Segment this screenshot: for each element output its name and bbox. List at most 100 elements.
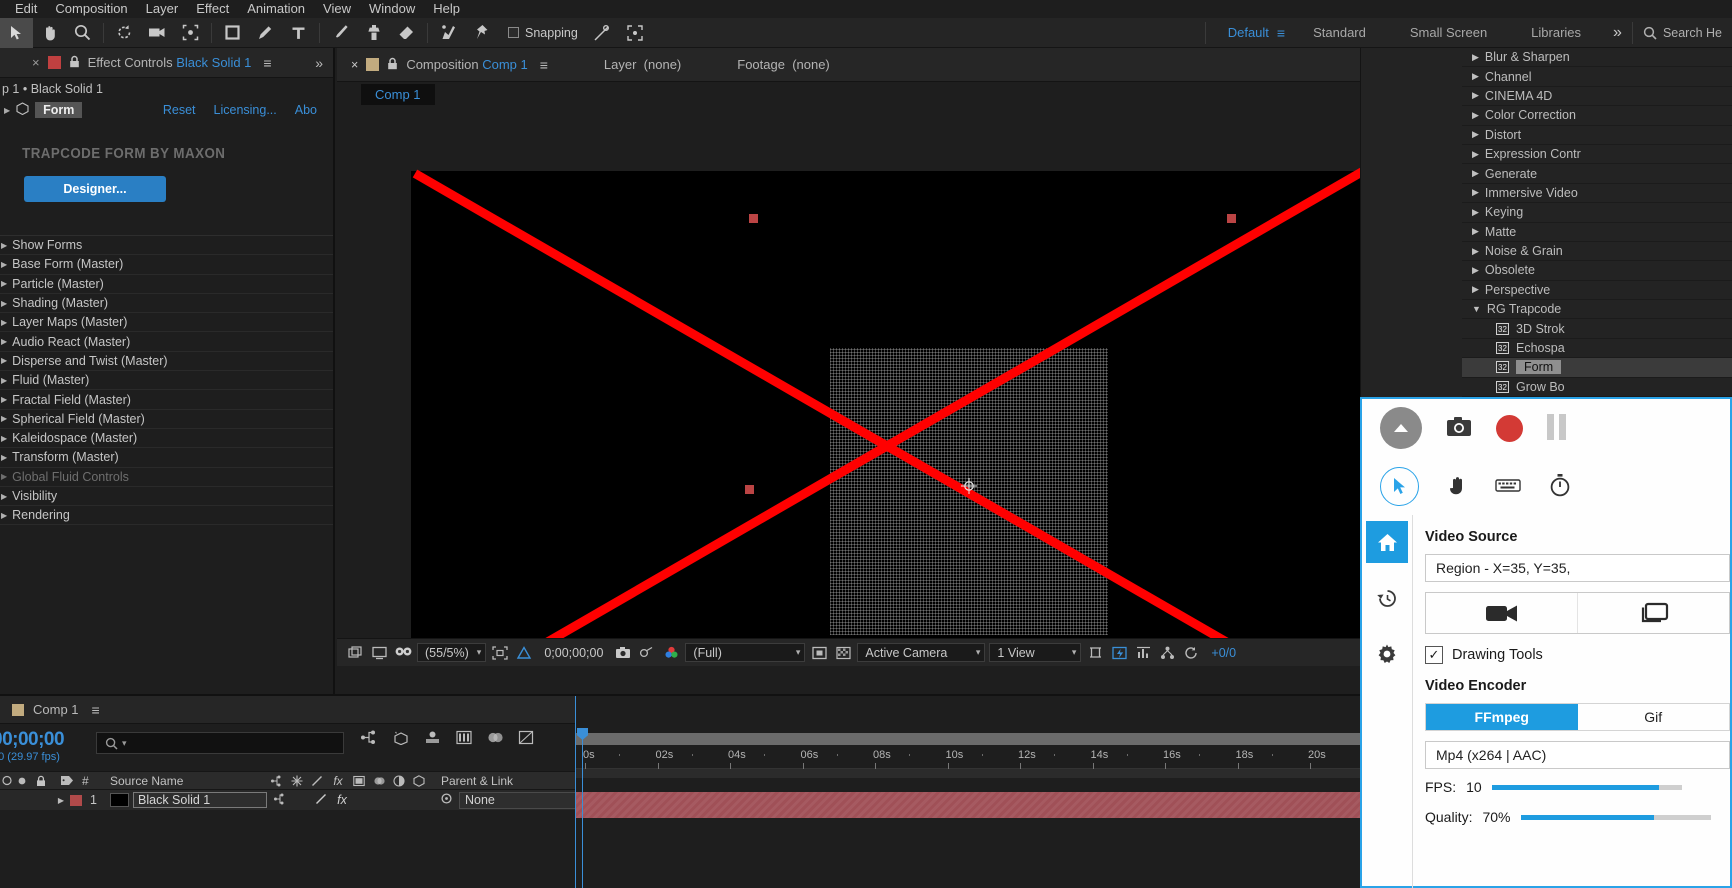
pen-tool[interactable] xyxy=(249,18,282,48)
effect-property-row[interactable]: ▶ Kaleidospace (Master) xyxy=(0,429,333,449)
cursor-mode-button[interactable] xyxy=(1380,466,1419,506)
effects-category-row[interactable]: ▶ Noise & Grain xyxy=(1462,242,1732,262)
always-preview-icon[interactable] xyxy=(345,643,365,663)
timeline-menu-icon[interactable]: ≡ xyxy=(92,702,100,718)
menu-item-layer[interactable]: Layer xyxy=(137,0,188,18)
disclosure-triangle-icon[interactable]: ▶ xyxy=(1,511,7,520)
collapse-up-button[interactable] xyxy=(1380,407,1422,449)
current-timecode[interactable]: 00;00;00 xyxy=(0,729,65,751)
transparency-grid-icon[interactable] xyxy=(514,643,534,663)
menu-item-composition[interactable]: Composition xyxy=(46,0,136,18)
region-field[interactable]: Region - X=35, Y=35, xyxy=(1425,554,1730,582)
workspace-menu-icon[interactable]: ≡ xyxy=(1277,25,1285,41)
menu-item-animation[interactable]: Animation xyxy=(238,0,314,18)
auto-keyframe-icon[interactable] xyxy=(518,730,534,748)
disclosure-triangle-icon[interactable]: ▶ xyxy=(1,453,7,462)
camera-select[interactable]: Active Camera ▾ xyxy=(857,643,986,662)
disclosure-triangle-icon[interactable]: ▶ xyxy=(1,260,7,269)
monitor-icon[interactable] xyxy=(369,643,389,663)
zoom-level-select[interactable]: (55/5%) ▾ xyxy=(417,643,487,662)
timer-button[interactable] xyxy=(1549,473,1571,500)
reset-link[interactable]: Reset xyxy=(163,103,196,117)
pause-button[interactable] xyxy=(1547,413,1566,443)
effects-category-row[interactable]: ▶ Immersive Video xyxy=(1462,184,1732,204)
region-of-interest-icon[interactable] xyxy=(490,643,510,663)
disclosure-triangle-icon[interactable]: ▶ xyxy=(1,241,7,250)
view-layout-select[interactable]: 1 View ▾ xyxy=(989,643,1082,662)
eraser-tool[interactable] xyxy=(390,18,423,48)
effect-property-row[interactable]: ▶ Disperse and Twist (Master) xyxy=(0,352,333,372)
timeline-comp-name[interactable]: Comp 1 xyxy=(33,702,79,717)
workspace-overflow-icon[interactable]: » xyxy=(1603,18,1632,48)
quality-col-icon[interactable] xyxy=(307,771,327,790)
comp-close-icon[interactable]: × xyxy=(351,58,358,72)
enable-frame-blending-icon[interactable] xyxy=(392,730,409,748)
effect-property-row[interactable]: ▶ Shading (Master) xyxy=(0,294,333,314)
label-column-icon[interactable] xyxy=(52,771,82,790)
lensblur-icon[interactable] xyxy=(487,730,503,748)
layer-fx-icon[interactable]: fx xyxy=(331,793,353,807)
effect-property-row[interactable]: ▶ Show Forms xyxy=(0,236,333,256)
hand-tool[interactable] xyxy=(33,18,66,48)
channel-rgb-icon[interactable] xyxy=(661,643,681,663)
triangle-right-icon[interactable]: ▶ xyxy=(1472,246,1479,257)
puppet-pin-tool[interactable] xyxy=(465,18,498,48)
effects-category-row[interactable]: ▶ Generate xyxy=(1462,164,1732,184)
disclosure-triangle-icon[interactable]: ▶ xyxy=(1,376,7,385)
timeline-search-input[interactable]: ▾ xyxy=(96,732,344,754)
disclosure-triangle-icon[interactable]: ▶ xyxy=(1,472,7,481)
menu-item-effect[interactable]: Effect xyxy=(187,0,238,18)
viewer-timecode[interactable]: 0;00;00;00 xyxy=(538,646,609,660)
panel-overflow-icon[interactable]: » xyxy=(315,55,323,71)
drawing-tools-checkbox[interactable]: ✓ xyxy=(1425,646,1443,664)
adjustment-col-icon[interactable] xyxy=(389,771,409,790)
close-icon[interactable]: × xyxy=(32,55,40,70)
snapping-control[interactable]: Snapping xyxy=(508,26,578,40)
sidebar-settings-button[interactable] xyxy=(1366,633,1408,675)
3d-layer-col-icon[interactable] xyxy=(409,771,429,790)
effects-category-row[interactable]: ▼ RG Trapcode xyxy=(1462,300,1732,320)
triangle-right-icon[interactable]: ▶ xyxy=(1472,265,1479,276)
designer-button[interactable]: Designer... xyxy=(24,176,166,202)
triangle-right-icon[interactable]: ▶ xyxy=(1472,110,1479,121)
disclosure-triangle-icon[interactable]: ▶ xyxy=(1,414,7,423)
shy-icon[interactable] xyxy=(360,730,377,748)
motion-blur-icon[interactable] xyxy=(424,730,441,748)
triangle-right-icon[interactable]: ▶ xyxy=(1472,52,1479,63)
effect-item-row[interactable]: 32 3D Strok xyxy=(1462,319,1732,339)
effect-property-row[interactable]: ▶ Rendering xyxy=(0,506,333,526)
toggle-mask-icon[interactable] xyxy=(833,643,853,663)
audio-switch-icon[interactable] xyxy=(14,771,30,790)
effect-property-row[interactable]: ▶ Particle (Master) xyxy=(0,275,333,294)
fx-col-icon[interactable]: fx xyxy=(327,771,349,790)
comp-flowchart-icon[interactable] xyxy=(1157,643,1177,663)
effects-category-row[interactable]: ▶ Obsolete xyxy=(1462,261,1732,281)
selection-tool[interactable] xyxy=(0,17,33,48)
resolution-select[interactable]: (Full) ▾ xyxy=(685,643,806,662)
triangle-right-icon[interactable]: ▶ xyxy=(1472,168,1479,179)
motionblur-col-icon[interactable] xyxy=(369,771,389,790)
keyboard-button[interactable] xyxy=(1495,477,1521,496)
effect-item-row[interactable]: 32 Echospa xyxy=(1462,339,1732,359)
disclosure-triangle-icon[interactable]: ▶ xyxy=(1,318,7,327)
effects-category-row[interactable]: ▶ Keying xyxy=(1462,203,1732,223)
lock-icon[interactable] xyxy=(69,55,80,71)
workspace-libraries[interactable]: Libraries xyxy=(1509,18,1603,48)
brush-tool[interactable] xyxy=(324,18,357,48)
snapshot-camera-icon[interactable] xyxy=(613,643,633,663)
pan-behind-tool[interactable] xyxy=(174,18,207,48)
clone-stamp-tool[interactable] xyxy=(357,18,390,48)
disclosure-triangle-icon[interactable]: ▶ xyxy=(1,492,7,501)
triangle-right-icon[interactable]: ▶ xyxy=(1472,90,1479,101)
collapse-col-icon[interactable] xyxy=(287,771,307,790)
effects-category-row[interactable]: ▶ Blur & Sharpen xyxy=(1462,48,1732,68)
layer-quality-icon[interactable] xyxy=(311,793,331,808)
fps-slider[interactable] xyxy=(1491,784,1682,790)
menu-item-view[interactable]: View xyxy=(314,0,360,18)
anchor-point-icon[interactable] xyxy=(961,478,977,494)
effects-category-row[interactable]: ▶ Color Correction xyxy=(1462,106,1732,126)
timeline-graph-icon[interactable] xyxy=(1133,643,1153,663)
click-highlight-button[interactable] xyxy=(1447,474,1467,499)
licensing-link[interactable]: Licensing... xyxy=(214,103,277,117)
extract-tool[interactable] xyxy=(586,18,619,48)
